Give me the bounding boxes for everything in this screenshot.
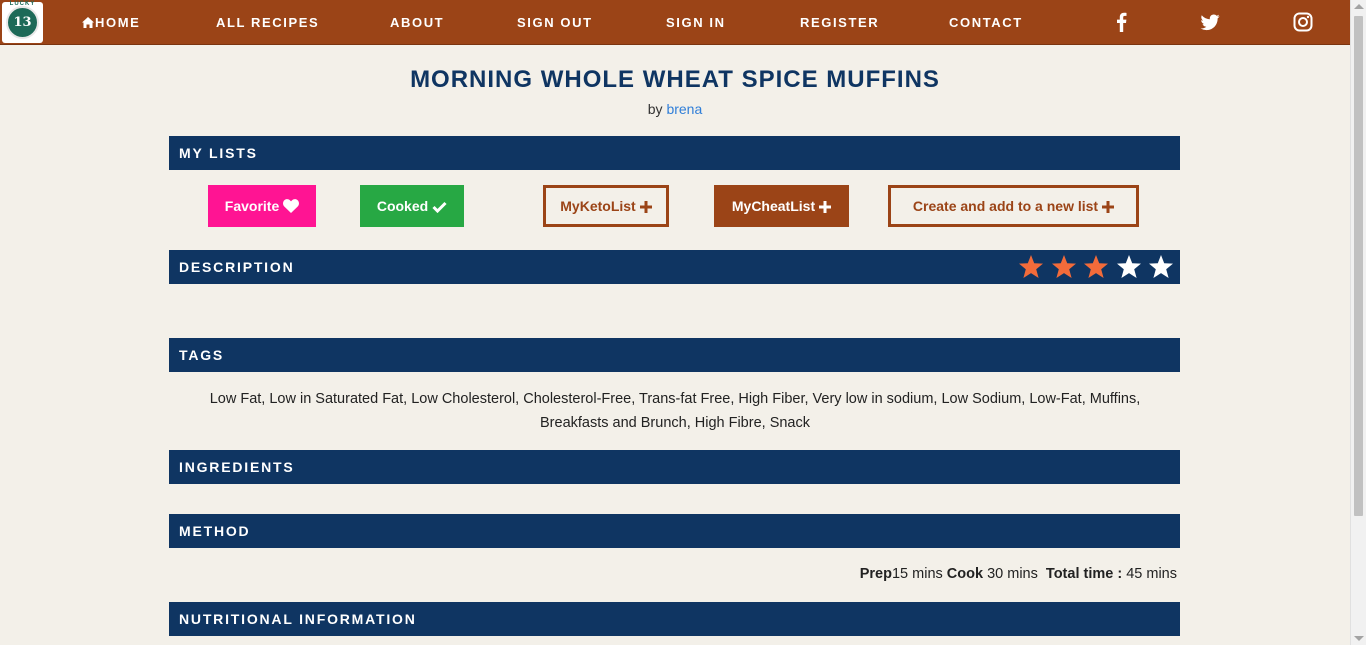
prep-value: 15 mins xyxy=(891,566,943,582)
nav-register[interactable]: REGISTER xyxy=(800,0,879,45)
section-my-lists: MY LISTS xyxy=(169,136,1180,170)
nav-contact[interactable]: CONTACT xyxy=(949,0,1023,45)
plus-icon xyxy=(639,201,652,213)
scroll-down-icon[interactable] xyxy=(1354,636,1364,641)
nav-about[interactable]: ABOUT xyxy=(390,0,444,45)
recipe-times: Prep15 mins Cook 30 mins Total time : 45… xyxy=(700,566,1177,582)
tags-text: Low Fat, Low in Saturated Fat, Low Chole… xyxy=(209,391,1141,431)
byline-prefix: by xyxy=(647,101,663,117)
cook-value: 30 mins xyxy=(987,566,1038,582)
recipe-title: MORNING WHOLE WHEAT SPICE MUFFINS xyxy=(410,66,940,93)
star-rating[interactable] xyxy=(1018,254,1178,280)
create-new-list-button[interactable]: Create and add to a new list xyxy=(888,185,1139,227)
mycheatlist-button[interactable]: MyCheatList xyxy=(714,185,849,227)
home-icon xyxy=(82,17,94,28)
nav-sign-out[interactable]: SIGN OUT xyxy=(517,0,593,45)
page-scrollbar[interactable] xyxy=(1350,0,1366,645)
mycheatlist-label: MyCheatList xyxy=(731,198,816,214)
plus-icon xyxy=(819,201,832,213)
plus-icon xyxy=(1102,201,1115,213)
author-link[interactable]: brena xyxy=(666,101,702,117)
star-icon[interactable] xyxy=(1051,254,1077,280)
cook-label: Cook xyxy=(946,566,984,582)
star-icon[interactable] xyxy=(1018,254,1044,280)
section-ingredients: INGREDIENTS xyxy=(169,450,1180,484)
favorite-label: Favorite xyxy=(224,198,280,214)
section-method: METHOD xyxy=(169,514,1180,548)
scroll-thumb[interactable] xyxy=(1354,16,1363,516)
myketolist-button[interactable]: MyKetoList xyxy=(543,185,669,227)
top-navbar: LUCKY 13 HOME ALL RECIPES ABOUT SIGN OUT… xyxy=(0,0,1350,45)
section-nutritional-information: NUTRITIONAL INFORMATION xyxy=(169,602,1180,636)
heart-icon xyxy=(283,199,300,213)
scroll-up-icon[interactable] xyxy=(1354,4,1364,9)
logo-number: 13 xyxy=(6,6,39,39)
cooked-label: Cooked xyxy=(376,198,429,214)
nav-home[interactable]: HOME xyxy=(82,0,140,45)
section-tags: TAGS xyxy=(169,338,1180,372)
total-label: Total time : xyxy=(1045,566,1123,582)
check-icon xyxy=(432,201,447,213)
nav-home-label: HOME xyxy=(95,15,141,30)
twitter-icon[interactable] xyxy=(1200,12,1220,32)
myketolist-label: MyKetoList xyxy=(560,198,636,214)
cooked-button[interactable]: Cooked xyxy=(360,185,464,227)
facebook-icon[interactable] xyxy=(1112,12,1132,32)
prep-label: Prep xyxy=(859,566,892,582)
nav-all-recipes[interactable]: ALL RECIPES xyxy=(216,0,319,45)
create-new-list-label: Create and add to a new list xyxy=(912,198,1099,214)
recipe-byline: by brena xyxy=(170,101,1180,117)
instagram-icon[interactable] xyxy=(1293,12,1313,32)
star-icon[interactable] xyxy=(1116,254,1142,280)
star-icon[interactable] xyxy=(1148,254,1174,280)
star-icon[interactable] xyxy=(1083,254,1109,280)
site-logo[interactable]: LUCKY 13 xyxy=(2,1,43,43)
total-value: 45 mins xyxy=(1126,566,1177,582)
favorite-button[interactable]: Favorite xyxy=(208,185,316,227)
nav-sign-in[interactable]: SIGN IN xyxy=(666,0,726,45)
